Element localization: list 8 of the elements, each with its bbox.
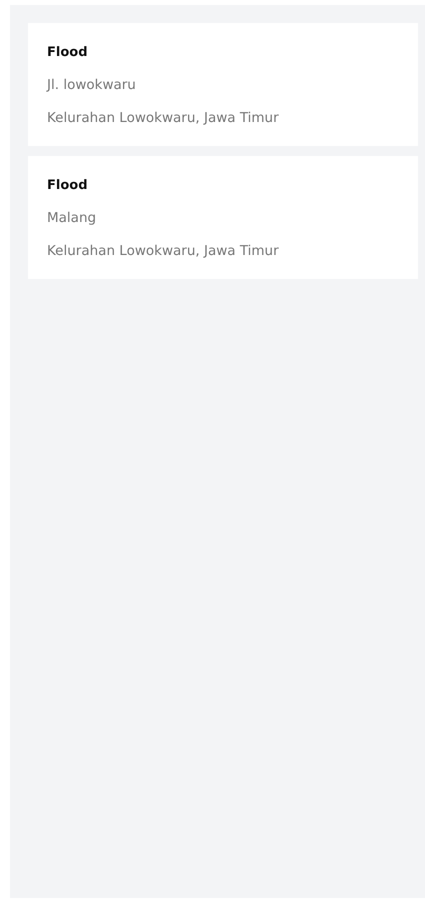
report-type: Flood bbox=[47, 45, 89, 60]
report-street: Malang bbox=[47, 210, 98, 226]
report-street: Jl. lowokwaru bbox=[47, 77, 137, 93]
report-area: Kelurahan Lowokwaru, Jawa Timur bbox=[47, 243, 399, 259]
report-card[interactable]: Flood Malang Kelurahan Lowokwaru, Jawa Timur bbox=[28, 156, 418, 279]
report-card[interactable]: Flood Jl. lowokwaru Kelurahan Lowokwaru, Jawa Timur bbox=[28, 23, 418, 146]
report-area: Kelurahan Lowokwaru, Jawa Timur bbox=[47, 110, 399, 126]
report-type: Flood bbox=[47, 178, 89, 193]
